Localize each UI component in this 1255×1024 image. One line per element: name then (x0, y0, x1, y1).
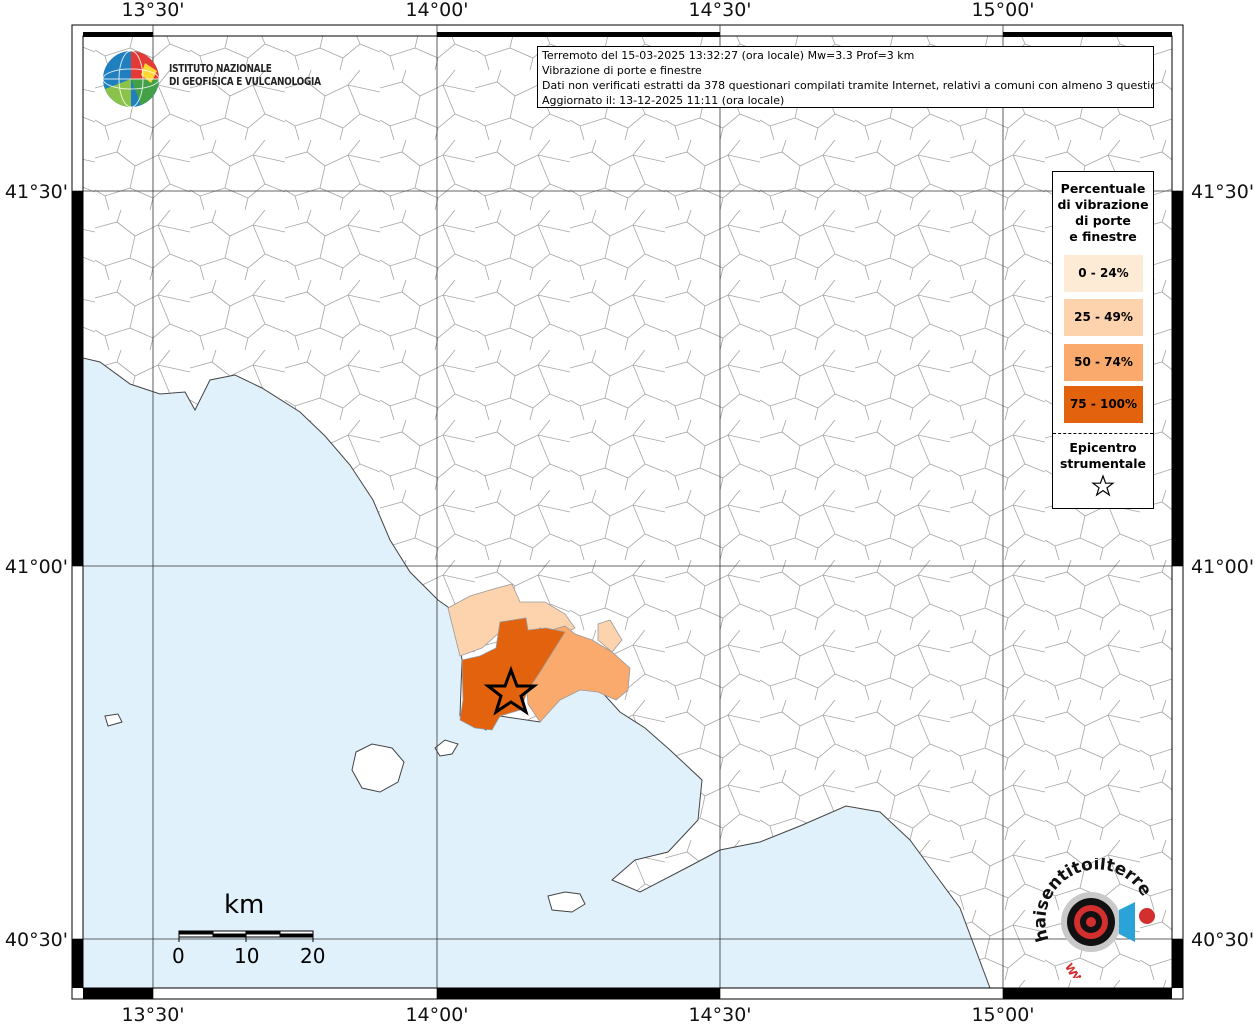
logo-line-2: DI GEOFISICA E VULCANOLOGIA (169, 76, 321, 88)
lon-label-bottom-3: 14°30' (688, 1004, 751, 1024)
lon-label-top-3: 14°30' (688, 0, 751, 21)
star-icon (1091, 474, 1115, 497)
scale-label-10: 10 (234, 944, 260, 968)
info-line-4: Aggiornato il: 13-12-2025 11:11 (ora loc… (542, 94, 785, 107)
lon-label-bottom-2: 14°00' (405, 1004, 468, 1024)
legend-class-0-24: 0 - 24% (1064, 255, 1143, 292)
ingv-globe-icon (102, 50, 160, 108)
lat-label-right-2: 41°00' (1191, 556, 1254, 578)
legend-separator (1053, 433, 1153, 434)
legend-class-75-100: 75 - 100% (1064, 386, 1143, 423)
scale-title: km (224, 890, 265, 920)
legend-title-line-1: Percentuale (1060, 181, 1146, 196)
speaker-target-icon: haisentitoilterremoto.it WWW. (1027, 858, 1156, 978)
earthquake-info-box: Terremoto del 15-03-2025 13:32:27 (ora l… (537, 46, 1154, 108)
lat-label-left-3: 40°30' (5, 929, 68, 951)
legend-title-line-4: e finestre (1069, 229, 1137, 244)
lat-label-left-1: 41°30' (5, 181, 68, 203)
legend-title-line-2: di vibrazione (1057, 197, 1149, 212)
lat-label-right-1: 41°30' (1191, 181, 1254, 203)
svg-text:WWW.: WWW. (1062, 961, 1097, 978)
lon-label-top-2: 14°00' (405, 0, 468, 21)
legend-class-50-74: 50 - 74% (1064, 344, 1143, 381)
legend-epicenter-label: Epicentro strumentale (1053, 440, 1153, 472)
info-line-2: Vibrazione di porte e finestre (542, 64, 702, 77)
lon-label-bottom-4: 15°00' (971, 1004, 1034, 1024)
legend: Percentuale di vibrazione di porte e fin… (1052, 171, 1154, 509)
scale-label-0: 0 (172, 944, 185, 968)
legend-epicenter-line-2: strumentale (1059, 456, 1147, 471)
watermark-url: WWW. (1062, 961, 1097, 978)
lon-label-top-1: 13°30' (121, 0, 184, 21)
legend-epicenter-line-1: Epicentro (1069, 440, 1137, 455)
lon-label-top-4: 15°00' (971, 0, 1034, 21)
legend-class-25-49: 25 - 49% (1064, 299, 1143, 336)
lat-label-left-2: 41°00' (5, 556, 68, 578)
legend-title: Percentuale di vibrazione di porte e fin… (1053, 181, 1153, 245)
info-line-3: Dati non verificati estratti da 378 ques… (542, 79, 1154, 92)
scale-label-20: 20 (300, 944, 326, 968)
ingv-logo-text: ISTITUTO NAZIONALE DI GEOFISICA E VULCAN… (169, 63, 321, 89)
legend-title-line-3: di porte (1075, 213, 1131, 228)
info-line-1: Terremoto del 15-03-2025 13:32:27 (ora l… (542, 49, 915, 62)
lat-label-right-3: 40°30' (1191, 929, 1254, 951)
lon-label-bottom-1: 13°30' (121, 1004, 184, 1024)
logo-line-1: ISTITUTO NAZIONALE (169, 63, 272, 75)
